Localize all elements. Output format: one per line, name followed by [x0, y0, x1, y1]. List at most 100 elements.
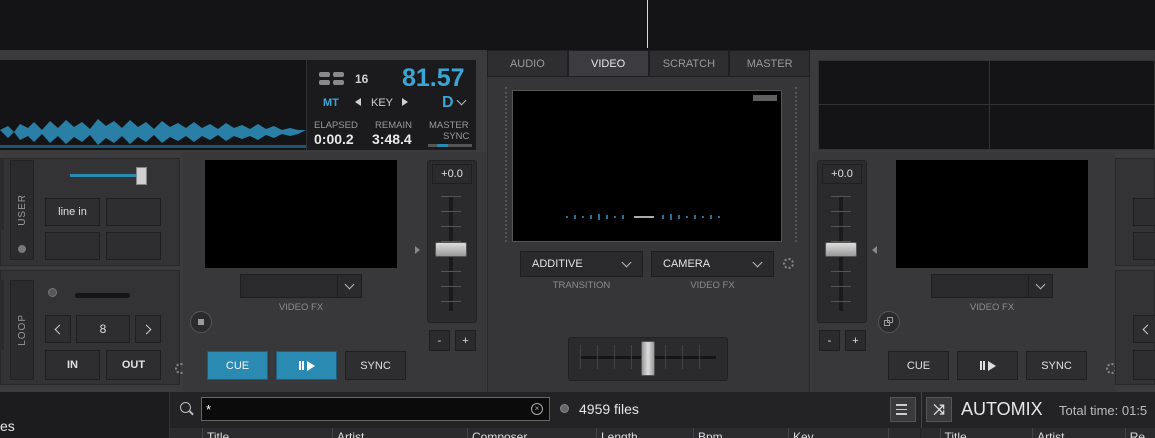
chevron-left-icon [54, 324, 65, 334]
right-pitch-plus-button[interactable]: + [845, 330, 866, 351]
chevron-left-icon [1142, 324, 1152, 334]
sidelist-toggle-button[interactable] [890, 397, 916, 422]
transition-dropdown[interactable]: ADDITIVE [520, 251, 643, 277]
shuffle-icon[interactable]: ⤨ [926, 397, 952, 422]
left-sync-button[interactable]: SYNC [345, 351, 406, 380]
right-pitch-handle[interactable] [825, 242, 857, 257]
key-left-arrow-icon[interactable] [355, 98, 361, 106]
key-right-arrow-icon[interactable] [402, 98, 408, 106]
left-video-arrow-icon [415, 246, 420, 254]
column-header-key[interactable]: Key [789, 428, 889, 438]
left-cue-button[interactable]: CUE [207, 351, 268, 380]
right-deck-waveform[interactable] [818, 60, 1155, 150]
left-edge-button-2[interactable] [0, 280, 4, 350]
user-button-2[interactable] [106, 198, 161, 226]
bpm-decimal-label: 16 [355, 72, 369, 86]
left-video-fx-dropdown[interactable] [240, 274, 362, 298]
loop-in-button[interactable]: IN [45, 350, 100, 380]
left-pitch-minus-button[interactable]: - [429, 330, 450, 351]
user-button-3[interactable] [45, 232, 100, 260]
column-header-artist[interactable]: Artist [333, 428, 468, 438]
files-count: 4959 files [579, 401, 639, 417]
key-dropdown-chevron-icon[interactable] [457, 97, 467, 107]
user-button-4[interactable] [106, 232, 161, 260]
right-user-button-1[interactable] [1133, 198, 1155, 226]
remain-value[interactable]: 3:48.4 [372, 131, 412, 147]
user-slider-handle[interactable] [136, 167, 147, 185]
mt-button[interactable]: MT [323, 97, 339, 109]
deck-layout-icon[interactable] [319, 72, 345, 86]
master-label: MASTER [429, 120, 469, 131]
left-video-fx-label: VIDEO FX [278, 302, 324, 313]
files-status-dot [560, 404, 569, 413]
chevron-right-icon [141, 324, 152, 334]
right-loop-decrease-button[interactable] [1133, 315, 1155, 343]
center-settings-gear-icon[interactable] [783, 258, 794, 269]
video-logo-mark [753, 95, 777, 101]
center-video-fx-value: CAMERA [663, 258, 711, 270]
left-pitch-plus-button[interactable]: + [455, 330, 476, 351]
left-video-stop-button[interactable] [190, 311, 212, 333]
right-clone-deck-icon[interactable] [878, 311, 900, 333]
right-pitch-value[interactable]: +0.0 [822, 164, 862, 184]
right-sync-button[interactable]: SYNC [1026, 351, 1087, 380]
tab-scratch[interactable]: SCRATCH [648, 50, 730, 77]
left-video-preview[interactable] [205, 160, 397, 268]
loop-tab[interactable]: LOOP [10, 280, 34, 380]
clear-search-icon[interactable]: × [531, 403, 543, 415]
folder-list-item[interactable]: es [0, 418, 15, 434]
play-pause-icon [979, 360, 996, 371]
automix-total-time: Total time: 01:5 [1059, 403, 1148, 418]
browser-columns-right: Title Artist Re [921, 428, 1155, 438]
key-label: KEY [371, 97, 394, 109]
transition-value: ADDITIVE [532, 258, 583, 270]
loop-decrease-button[interactable] [45, 315, 71, 343]
left-video-fx-chevron-icon [345, 281, 355, 291]
tab-video[interactable]: VIDEO [567, 50, 649, 77]
right-deck-divider-h [818, 104, 1155, 105]
top-bar [0, 0, 1155, 50]
loop-out-button[interactable]: OUT [106, 350, 161, 380]
play-pause-icon [298, 360, 315, 371]
browser-columns-left: Title Artist Composer Length Bpm Key [170, 428, 920, 438]
right-video-arrow-icon [872, 246, 877, 254]
elapsed-value[interactable]: 0:00.2 [314, 131, 354, 147]
remain-label: REMAIN [375, 120, 412, 131]
right-user-button-2[interactable] [1133, 232, 1155, 260]
left-pitch-handle[interactable] [435, 242, 467, 257]
left-play-pause-button[interactable] [276, 351, 337, 380]
bpm-display[interactable]: 81.57 [402, 64, 465, 93]
right-pitch-minus-button[interactable]: - [819, 330, 840, 351]
right-play-pause-button[interactable] [957, 351, 1018, 380]
column-header-title[interactable]: Title [203, 428, 333, 438]
loop-size-display[interactable]: 8 [76, 315, 130, 343]
right-cue-button[interactable]: CUE [888, 351, 949, 380]
loop-increase-button[interactable] [135, 315, 161, 343]
loop-length-bar [75, 293, 130, 298]
user-slider-track [70, 174, 140, 177]
column-header-length[interactable]: Length [597, 428, 694, 438]
automix-column-title[interactable]: Title [941, 428, 1034, 438]
center-video-fx-dropdown[interactable]: CAMERA [651, 251, 774, 277]
tab-master[interactable]: MASTER [729, 50, 810, 77]
key-value[interactable]: D [442, 94, 454, 112]
column-header-composer[interactable]: Composer [468, 428, 597, 438]
right-video-preview[interactable] [896, 160, 1088, 268]
transition-chevron-icon [622, 259, 632, 269]
column-header-bpm[interactable]: Bpm [694, 428, 789, 438]
right-video-fx-dropdown[interactable] [931, 274, 1053, 298]
tab-audio[interactable]: AUDIO [487, 50, 568, 77]
right-deck-divider-v [989, 60, 990, 150]
line-in-button[interactable]: line in [45, 198, 100, 226]
left-pitch-value[interactable]: +0.0 [432, 164, 472, 184]
right-video-fx-chevron-icon [1036, 281, 1046, 291]
automix-title: AUTOMIX [961, 399, 1043, 419]
video-crossfader-handle[interactable] [641, 341, 655, 376]
search-input[interactable]: * × [201, 397, 550, 421]
automix-column-re[interactable]: Re [1126, 428, 1155, 438]
left-edge-button-1[interactable] [0, 160, 4, 230]
right-loop-in-button[interactable] [1133, 350, 1155, 380]
automix-column-artist[interactable]: Artist [1033, 428, 1126, 438]
sync-status-label: SYNC [443, 131, 470, 142]
center-video-fx-chevron-icon [753, 259, 763, 269]
